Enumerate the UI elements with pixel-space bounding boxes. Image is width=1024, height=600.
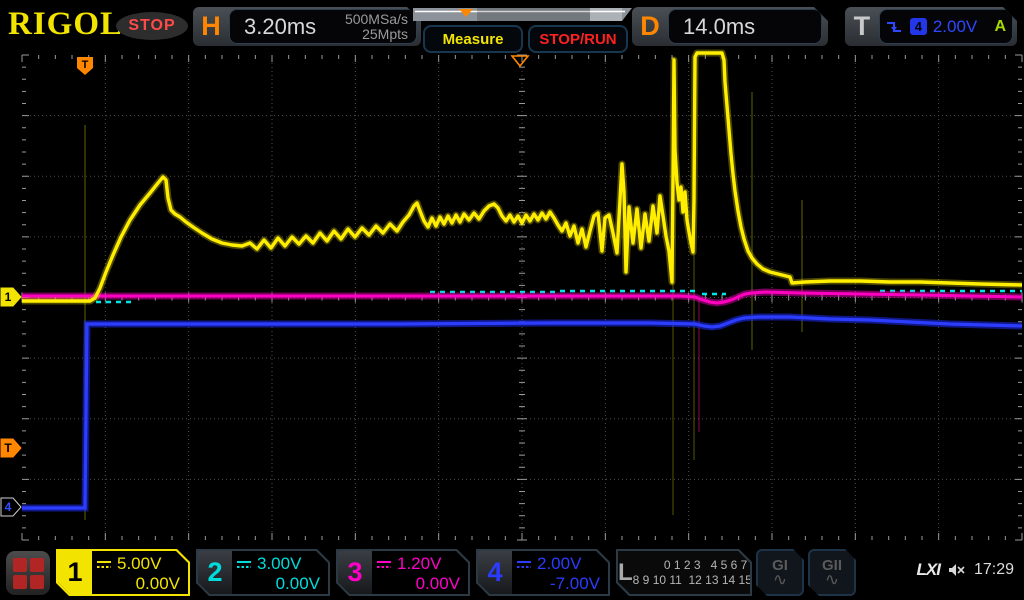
channel3-number: 3 — [338, 551, 372, 594]
generator1-button[interactable]: GI ∿ — [756, 549, 804, 596]
channel2-scale: 3.00V — [257, 554, 301, 574]
channel3-offset: 0.00V — [376, 574, 460, 594]
menu-grid-icon — [13, 558, 27, 572]
channel1-number: 1 — [58, 551, 92, 594]
dc-coupling-icon — [96, 560, 112, 569]
speaker-muted-icon[interactable] — [948, 562, 966, 578]
channel1-offset: 0.00V — [96, 574, 180, 594]
waveform-display[interactable]: T 1 T 4 — [0, 0, 1024, 600]
generator2-button[interactable]: GII ∿ — [808, 549, 856, 596]
channel4-status[interactable]: 4 2.00V -7.00V — [476, 549, 610, 596]
lxi-logo: LXI — [917, 560, 940, 580]
svg-text:4: 4 — [5, 500, 12, 514]
logic-label: L — [618, 559, 633, 587]
dc-coupling-icon — [236, 560, 252, 569]
clock: 17:29 — [974, 561, 1014, 579]
sine-icon: ∿ — [825, 573, 839, 587]
oscilloscope-screen: RIGOL STOP H 3.20ms 500MSa/s 25Mpts Meas… — [0, 0, 1024, 600]
channel4-number: 4 — [478, 551, 512, 594]
channel2-status[interactable]: 2 3.00V 0.00V — [196, 549, 330, 596]
channel1-scale: 5.00V — [117, 554, 161, 574]
channel1-status[interactable]: 1 5.00V 0.00V — [56, 549, 190, 596]
svg-text:1: 1 — [5, 290, 12, 304]
logic-channel-list: 0 1 2 3 4 5 6 78 9 10 11 12 13 14 15 — [633, 543, 752, 600]
logic-analyzer-status[interactable]: L 0 1 2 3 4 5 6 78 9 10 11 12 13 14 15 — [616, 549, 752, 596]
channel3-status[interactable]: 3 1.20V 0.00V — [336, 549, 470, 596]
sine-icon: ∿ — [773, 573, 787, 587]
menu-grid-icon — [30, 558, 44, 572]
channel4-offset: -7.00V — [516, 574, 600, 594]
channel3-scale: 1.20V — [397, 554, 441, 574]
dc-coupling-icon — [516, 560, 532, 569]
channel4-scale: 2.00V — [537, 554, 581, 574]
dc-coupling-icon — [376, 560, 392, 569]
svg-text:T: T — [82, 59, 89, 71]
channel2-number: 2 — [198, 551, 232, 594]
menu-grid-icon — [30, 575, 44, 589]
svg-text:T: T — [4, 441, 12, 455]
menu-grid-icon — [13, 575, 27, 589]
menu-button[interactable] — [6, 551, 50, 595]
channel2-offset: 0.00V — [236, 574, 320, 594]
